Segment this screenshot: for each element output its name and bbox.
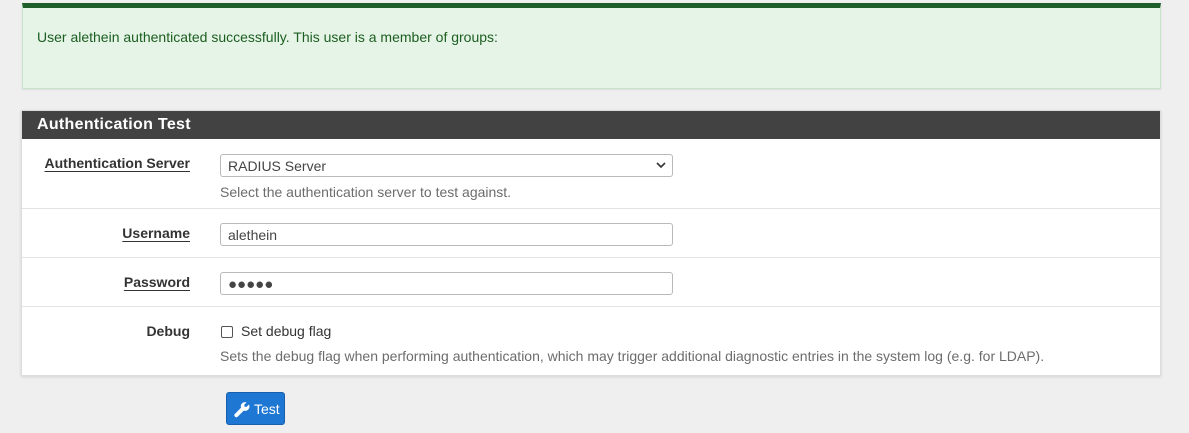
auth-server-label: Authentication Server <box>44 155 190 171</box>
chevron-down-icon <box>656 162 666 169</box>
wrench-icon <box>234 402 250 418</box>
success-alert: User alethein authenticated successfully… <box>22 3 1161 89</box>
authentication-test-panel: Authentication Test Authentication Serve… <box>21 110 1161 376</box>
username-input[interactable]: alethein <box>220 223 673 246</box>
password-input[interactable]: ●●●●● <box>220 272 673 295</box>
password-label: Password <box>123 274 190 290</box>
auth-server-value: RADIUS Server <box>228 158 327 174</box>
debug-checkbox[interactable] <box>221 326 233 338</box>
panel-title: Authentication Test <box>37 116 191 133</box>
test-button[interactable]: Test <box>226 392 285 425</box>
password-masked-value: ●●●●● <box>228 276 274 293</box>
debug-label: Debug <box>146 323 190 339</box>
auth-server-select[interactable]: RADIUS Server <box>220 154 673 177</box>
auth-server-row: Authentication Server RADIUS Server Sele… <box>22 139 1160 209</box>
debug-help: Sets the debug flag when performing auth… <box>220 348 1045 364</box>
panel-heading: Authentication Test <box>22 111 1160 139</box>
auth-server-help: Select the authentication server to test… <box>220 184 512 200</box>
test-button-label: Test <box>254 401 280 417</box>
username-value: alethein <box>228 227 278 243</box>
username-row: Username alethein <box>22 209 1160 258</box>
debug-row: Debug Set debug flag Sets the debug flag… <box>22 307 1160 375</box>
password-row: Password ●●●●● <box>22 258 1160 307</box>
alert-message: User alethein authenticated successfully… <box>37 29 498 45</box>
debug-checkbox-label[interactable]: Set debug flag <box>241 323 331 339</box>
username-label: Username <box>122 225 190 241</box>
